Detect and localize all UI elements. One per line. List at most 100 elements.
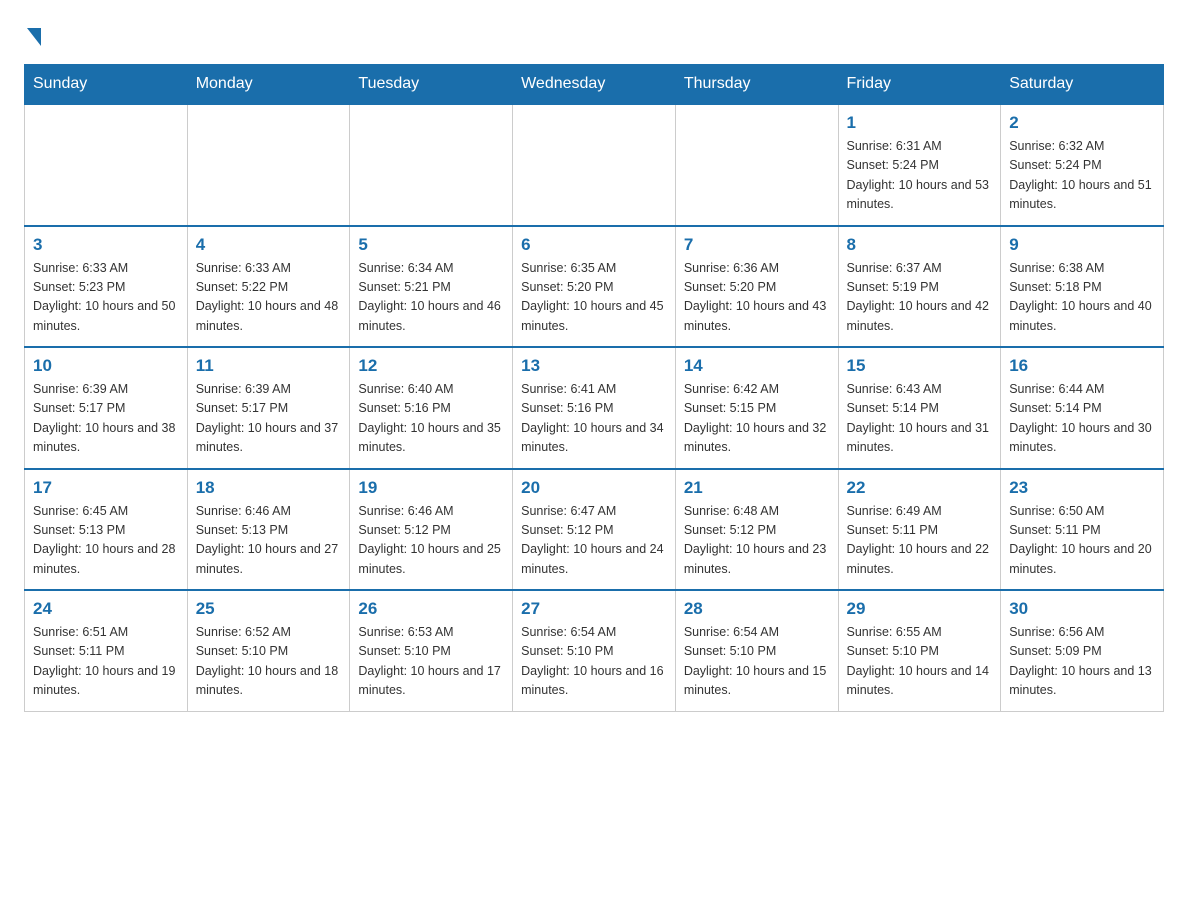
calendar-cell: 3 Sunrise: 6:33 AMSunset: 5:23 PMDaylight… <box>25 226 188 348</box>
col-monday: Monday <box>187 65 350 105</box>
day-info: Sunrise: 6:36 AMSunset: 5:20 PMDaylight:… <box>684 259 830 337</box>
calendar-cell: 11 Sunrise: 6:39 AMSunset: 5:17 PMDayligh… <box>187 347 350 469</box>
day-number: 17 <box>33 478 179 498</box>
calendar-cell <box>350 104 513 226</box>
day-number: 26 <box>358 599 504 619</box>
day-number: 11 <box>196 356 342 376</box>
calendar-cell: 23Sunrise: 6:50 AMSunset: 5:11 PMDayligh… <box>1001 469 1164 591</box>
day-number: 7 <box>684 235 830 255</box>
calendar-cell: 1 Sunrise: 6:31 AMSunset: 5:24 PMDaylight… <box>838 104 1001 226</box>
day-info: Sunrise: 6:37 AMSunset: 5:19 PMDaylight:… <box>847 259 993 337</box>
day-number: 30 <box>1009 599 1155 619</box>
calendar-week-row: 10Sunrise: 6:39 AMSunset: 5:17 PMDayligh… <box>25 347 1164 469</box>
day-info: Sunrise: 6:39 AMSunset: 5:17 PMDaylight:… <box>196 380 342 458</box>
day-number: 27 <box>521 599 667 619</box>
day-info: Sunrise: 6:39 AMSunset: 5:17 PMDaylight:… <box>33 380 179 458</box>
day-number: 9 <box>1009 235 1155 255</box>
col-tuesday: Tuesday <box>350 65 513 105</box>
day-number: 3 <box>33 235 179 255</box>
day-info: Sunrise: 6:53 AMSunset: 5:10 PMDaylight:… <box>358 623 504 701</box>
col-friday: Friday <box>838 65 1001 105</box>
logo-arrow-icon <box>27 28 41 46</box>
day-info: Sunrise: 6:47 AMSunset: 5:12 PMDaylight:… <box>521 502 667 580</box>
day-number: 21 <box>684 478 830 498</box>
day-number: 29 <box>847 599 993 619</box>
day-number: 15 <box>847 356 993 376</box>
calendar-cell: 4 Sunrise: 6:33 AMSunset: 5:22 PMDaylight… <box>187 226 350 348</box>
calendar-cell: 28 Sunrise: 6:54 AMSunset: 5:10 PMDayligh… <box>675 590 838 711</box>
day-info: Sunrise: 6:35 AMSunset: 5:20 PMDaylight:… <box>521 259 667 337</box>
calendar-cell: 25 Sunrise: 6:52 AMSunset: 5:10 PMDayligh… <box>187 590 350 711</box>
day-info: Sunrise: 6:44 AMSunset: 5:14 PMDaylight:… <box>1009 380 1155 458</box>
calendar-cell <box>513 104 676 226</box>
calendar-cell: 13 Sunrise: 6:41 AMSunset: 5:16 PMDayligh… <box>513 347 676 469</box>
page-header <box>24 24 1164 46</box>
day-number: 16 <box>1009 356 1155 376</box>
day-number: 1 <box>847 113 993 133</box>
calendar-cell: 24 Sunrise: 6:51 AMSunset: 5:11 PMDayligh… <box>25 590 188 711</box>
calendar-cell: 21 Sunrise: 6:48 AMSunset: 5:12 PMDayligh… <box>675 469 838 591</box>
day-number: 14 <box>684 356 830 376</box>
day-number: 2 <box>1009 113 1155 133</box>
day-number: 12 <box>358 356 504 376</box>
day-info: Sunrise: 6:40 AMSunset: 5:16 PMDaylight:… <box>358 380 504 458</box>
calendar-cell: 14 Sunrise: 6:42 AMSunset: 5:15 PMDayligh… <box>675 347 838 469</box>
day-info: Sunrise: 6:41 AMSunset: 5:16 PMDaylight:… <box>521 380 667 458</box>
calendar-cell: 9Sunrise: 6:38 AMSunset: 5:18 PMDaylight… <box>1001 226 1164 348</box>
calendar-cell: 15 Sunrise: 6:43 AMSunset: 5:14 PMDayligh… <box>838 347 1001 469</box>
calendar-week-row: 1 Sunrise: 6:31 AMSunset: 5:24 PMDaylight… <box>25 104 1164 226</box>
day-info: Sunrise: 6:34 AMSunset: 5:21 PMDaylight:… <box>358 259 504 337</box>
day-number: 23 <box>1009 478 1155 498</box>
day-number: 8 <box>847 235 993 255</box>
calendar-cell: 29 Sunrise: 6:55 AMSunset: 5:10 PMDayligh… <box>838 590 1001 711</box>
calendar-cell: 5Sunrise: 6:34 AMSunset: 5:21 PMDaylight… <box>350 226 513 348</box>
calendar-cell <box>25 104 188 226</box>
calendar-cell: 18Sunrise: 6:46 AMSunset: 5:13 PMDayligh… <box>187 469 350 591</box>
calendar-cell <box>675 104 838 226</box>
day-number: 13 <box>521 356 667 376</box>
day-info: Sunrise: 6:52 AMSunset: 5:10 PMDaylight:… <box>196 623 342 701</box>
calendar-cell: 8 Sunrise: 6:37 AMSunset: 5:19 PMDaylight… <box>838 226 1001 348</box>
logo <box>24 24 41 46</box>
calendar-cell: 16 Sunrise: 6:44 AMSunset: 5:14 PMDayligh… <box>1001 347 1164 469</box>
day-info: Sunrise: 6:46 AMSunset: 5:12 PMDaylight:… <box>358 502 504 580</box>
day-info: Sunrise: 6:33 AMSunset: 5:22 PMDaylight:… <box>196 259 342 337</box>
calendar-cell: 20 Sunrise: 6:47 AMSunset: 5:12 PMDayligh… <box>513 469 676 591</box>
day-info: Sunrise: 6:42 AMSunset: 5:15 PMDaylight:… <box>684 380 830 458</box>
day-info: Sunrise: 6:54 AMSunset: 5:10 PMDaylight:… <box>521 623 667 701</box>
day-number: 25 <box>196 599 342 619</box>
calendar-week-row: 3 Sunrise: 6:33 AMSunset: 5:23 PMDaylight… <box>25 226 1164 348</box>
day-info: Sunrise: 6:51 AMSunset: 5:11 PMDaylight:… <box>33 623 179 701</box>
day-number: 20 <box>521 478 667 498</box>
calendar-week-row: 17Sunrise: 6:45 AMSunset: 5:13 PMDayligh… <box>25 469 1164 591</box>
calendar-cell: 12 Sunrise: 6:40 AMSunset: 5:16 PMDayligh… <box>350 347 513 469</box>
day-number: 19 <box>358 478 504 498</box>
col-sunday: Sunday <box>25 65 188 105</box>
day-info: Sunrise: 6:33 AMSunset: 5:23 PMDaylight:… <box>33 259 179 337</box>
calendar-table: Sunday Monday Tuesday Wednesday Thursday… <box>24 64 1164 712</box>
day-info: Sunrise: 6:54 AMSunset: 5:10 PMDaylight:… <box>684 623 830 701</box>
calendar-week-row: 24 Sunrise: 6:51 AMSunset: 5:11 PMDayligh… <box>25 590 1164 711</box>
day-number: 6 <box>521 235 667 255</box>
calendar-cell: 26 Sunrise: 6:53 AMSunset: 5:10 PMDayligh… <box>350 590 513 711</box>
day-number: 24 <box>33 599 179 619</box>
day-number: 4 <box>196 235 342 255</box>
day-info: Sunrise: 6:43 AMSunset: 5:14 PMDaylight:… <box>847 380 993 458</box>
day-info: Sunrise: 6:48 AMSunset: 5:12 PMDaylight:… <box>684 502 830 580</box>
day-info: Sunrise: 6:49 AMSunset: 5:11 PMDaylight:… <box>847 502 993 580</box>
day-info: Sunrise: 6:55 AMSunset: 5:10 PMDaylight:… <box>847 623 993 701</box>
calendar-cell: 19 Sunrise: 6:46 AMSunset: 5:12 PMDayligh… <box>350 469 513 591</box>
calendar-cell: 6 Sunrise: 6:35 AMSunset: 5:20 PMDaylight… <box>513 226 676 348</box>
day-number: 28 <box>684 599 830 619</box>
calendar-cell <box>187 104 350 226</box>
day-info: Sunrise: 6:46 AMSunset: 5:13 PMDaylight:… <box>196 502 342 580</box>
calendar-cell: 17Sunrise: 6:45 AMSunset: 5:13 PMDayligh… <box>25 469 188 591</box>
col-wednesday: Wednesday <box>513 65 676 105</box>
day-number: 22 <box>847 478 993 498</box>
col-thursday: Thursday <box>675 65 838 105</box>
day-info: Sunrise: 6:56 AMSunset: 5:09 PMDaylight:… <box>1009 623 1155 701</box>
calendar-header-row: Sunday Monday Tuesday Wednesday Thursday… <box>25 65 1164 105</box>
calendar-cell: 2Sunrise: 6:32 AMSunset: 5:24 PMDaylight… <box>1001 104 1164 226</box>
day-info: Sunrise: 6:31 AMSunset: 5:24 PMDaylight:… <box>847 137 993 215</box>
calendar-cell: 10Sunrise: 6:39 AMSunset: 5:17 PMDayligh… <box>25 347 188 469</box>
